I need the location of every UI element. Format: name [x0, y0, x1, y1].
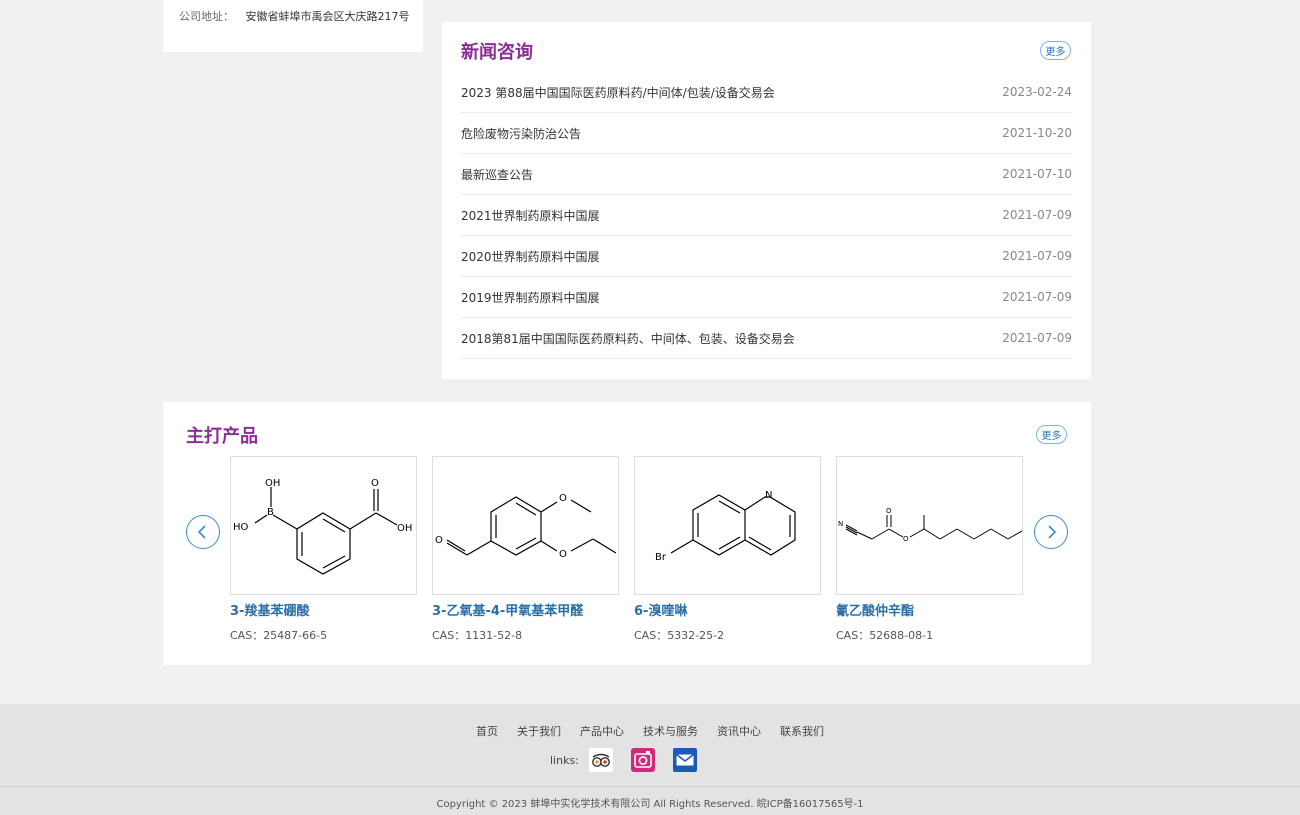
footer-links: links:: [550, 748, 715, 772]
news-item-date: 2021-07-09: [1002, 331, 1072, 345]
news-item-date: 2021-07-10: [1002, 167, 1072, 181]
footer-nav-products[interactable]: 产品中心: [580, 723, 624, 739]
footer-nav-contact[interactable]: 联系我们: [780, 723, 824, 739]
news-item[interactable]: 2023 第88届中国国际医药原料药/中间体/包装/设备交易会 2023-02-2…: [461, 72, 1072, 113]
news-item-date: 2021-07-09: [1002, 290, 1072, 304]
footer-nav-about[interactable]: 关于我们: [517, 723, 561, 739]
svg-text:Br: Br: [655, 552, 667, 563]
product-image[interactable]: O O O: [432, 456, 619, 595]
news-list: 2023 第88届中国国际医药原料药/中间体/包装/设备交易会 2023-02-2…: [461, 72, 1072, 359]
news-item-date: 2021-07-09: [1002, 208, 1072, 222]
company-info-card: 公司地址： 安徽省蚌埠市禹会区大庆路217号: [163, 0, 423, 52]
footer: 首页 关于我们 产品中心 技术与服务 资讯中心 联系我们 links: Copy…: [0, 704, 1300, 815]
products-title: 主打产品: [186, 426, 258, 447]
svg-text:B: B: [267, 507, 274, 518]
instagram-icon[interactable]: [630, 748, 655, 772]
links-label: links:: [550, 753, 579, 767]
footer-divider: [0, 786, 1300, 787]
mail-icon[interactable]: [672, 748, 697, 772]
address-value: 安徽省蚌埠市禹会区大庆路217号: [245, 10, 410, 23]
news-item-title[interactable]: 2019世界制药原料中国展: [461, 289, 600, 306]
tripadvisor-icon[interactable]: [588, 748, 613, 772]
products-more-button[interactable]: 更多: [1036, 425, 1067, 444]
news-title: 新闻咨询: [461, 42, 533, 63]
product-name[interactable]: 3-乙氧基-4-甲氧基苯甲醛: [432, 600, 619, 619]
chevron-right-icon: [1048, 525, 1057, 539]
news-item[interactable]: 2020世界制药原料中国展 2021-07-09: [461, 236, 1072, 277]
structure-octan-2-yl-cyanoacetate: N O O: [838, 507, 1022, 543]
footer-nav: 首页 关于我们 产品中心 技术与服务 资讯中心 联系我们: [0, 723, 1300, 739]
svg-text:O: O: [435, 535, 443, 546]
products-panel: 主打产品 更多 OH B HO O OH 3-羧基苯硼酸 CAS：25487-6…: [163, 402, 1091, 665]
carousel-next-button[interactable]: [1034, 515, 1068, 549]
svg-text:OH: OH: [265, 478, 280, 489]
news-item-date: 2021-07-09: [1002, 249, 1072, 263]
news-item[interactable]: 最新巡查公告 2021-07-10: [461, 154, 1072, 195]
news-item[interactable]: 2019世界制药原料中国展 2021-07-09: [461, 277, 1072, 318]
product-image[interactable]: OH B HO O OH: [230, 456, 417, 595]
svg-text:O: O: [559, 493, 567, 504]
footer-nav-home[interactable]: 首页: [476, 723, 498, 739]
product-image[interactable]: N Br: [634, 456, 821, 595]
news-item-title[interactable]: 2023 第88届中国国际医药原料药/中间体/包装/设备交易会: [461, 84, 775, 101]
news-item[interactable]: 2021世界制药原料中国展 2021-07-09: [461, 195, 1072, 236]
product-card[interactable]: O O O 3-乙氧基-4-甲氧基苯甲醛 CAS：1131-52-8: [432, 456, 619, 643]
svg-text:O: O: [371, 478, 379, 489]
product-cas: CAS：1131-52-8: [432, 629, 523, 642]
product-name[interactable]: 3-羧基苯硼酸: [230, 600, 417, 619]
product-cas: CAS：25487-66-5: [230, 629, 328, 642]
news-item-title[interactable]: 危险废物污染防治公告: [461, 125, 581, 142]
product-card[interactable]: OH B HO O OH 3-羧基苯硼酸 CAS：25487-66-5: [230, 456, 417, 643]
news-item-title[interactable]: 2021世界制药原料中国展: [461, 207, 600, 224]
news-item-title[interactable]: 2018第81届中国国际医药原料药、中间体、包装、设备交易会: [461, 330, 795, 347]
news-item-date: 2021-10-20: [1002, 126, 1072, 140]
company-address-row: 公司地址： 安徽省蚌埠市禹会区大庆路217号: [179, 8, 410, 24]
svg-text:O: O: [903, 535, 909, 543]
news-item-date: 2023-02-24: [1002, 85, 1072, 99]
news-item-title[interactable]: 2020世界制药原料中国展: [461, 248, 600, 265]
product-cas: CAS：5332-25-2: [634, 629, 725, 642]
chevron-left-icon: [197, 525, 206, 539]
news-panel: 新闻咨询 更多 2023 第88届中国国际医药原料药/中间体/包装/设备交易会 2…: [442, 22, 1091, 379]
svg-text:O: O: [559, 549, 567, 560]
structure-3-ethoxy-4-methoxybenzaldehyde: O O O: [435, 493, 617, 560]
product-card[interactable]: N O O 氰乙酸仲辛酯 CAS：52688-08-1: [836, 456, 1023, 643]
address-label: 公司地址：: [179, 10, 234, 23]
carousel-prev-button[interactable]: [186, 515, 220, 549]
news-more-button[interactable]: 更多: [1040, 41, 1071, 60]
copyright-text: Copyright © 2023 蚌埠中实化学技术有限公司 All Rights…: [436, 799, 864, 810]
news-item-title[interactable]: 最新巡查公告: [461, 166, 533, 183]
product-image[interactable]: N O O: [836, 456, 1023, 595]
svg-text:OH: OH: [397, 523, 412, 534]
product-name[interactable]: 6-溴喹啉: [634, 600, 821, 619]
svg-text:HO: HO: [233, 522, 249, 533]
product-name[interactable]: 氰乙酸仲辛酯: [836, 600, 1023, 619]
svg-text:O: O: [886, 507, 892, 515]
product-cas: CAS：52688-08-1: [836, 629, 934, 642]
product-card[interactable]: N Br 6-溴喹啉 CAS：5332-25-2: [634, 456, 821, 643]
footer-nav-news[interactable]: 资讯中心: [717, 723, 761, 739]
structure-6-bromoquinoline: N Br: [655, 490, 796, 563]
news-item[interactable]: 2018第81届中国国际医药原料药、中间体、包装、设备交易会 2021-07-09: [461, 318, 1072, 359]
svg-text:N: N: [838, 520, 843, 528]
news-item[interactable]: 危险废物污染防治公告 2021-10-20: [461, 113, 1072, 154]
structure-3-carboxyphenylboronic-acid: OH B HO O OH: [233, 478, 412, 575]
svg-text:N: N: [765, 490, 772, 501]
footer-nav-services[interactable]: 技术与服务: [643, 723, 698, 739]
